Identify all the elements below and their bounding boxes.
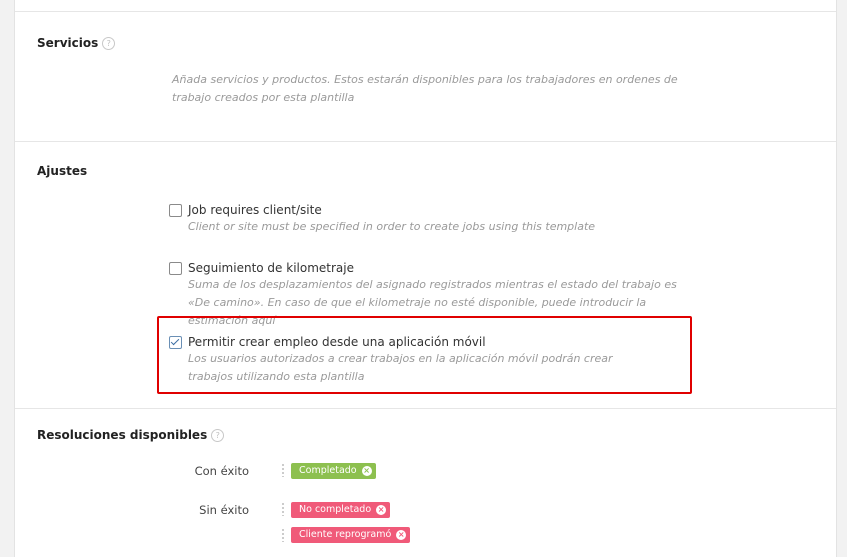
option-description: Los usuarios autorizados a crear trabajo… bbox=[188, 352, 613, 383]
mileage-tracking-checkbox[interactable] bbox=[169, 261, 182, 275]
servicios-hint: Añada servicios y productos. Estos estar… bbox=[172, 73, 678, 104]
remove-tag-icon[interactable]: × bbox=[376, 505, 387, 515]
ajustes-title: Ajustes bbox=[37, 164, 88, 178]
ajustes-section-title: Ajustes bbox=[37, 164, 87, 178]
remove-tag-icon[interactable]: × bbox=[396, 530, 407, 540]
resoluciones-section-title: Resoluciones disponibles ? bbox=[37, 428, 225, 442]
servicios-section-title: Servicios ? bbox=[37, 36, 116, 50]
drag-handle-icon[interactable] bbox=[281, 502, 285, 516]
divider bbox=[15, 408, 836, 409]
tag-label: No completado bbox=[299, 504, 372, 515]
failure-label: Sin éxito bbox=[199, 503, 249, 517]
resoluciones-title: Resoluciones disponibles bbox=[37, 428, 208, 442]
tag-label: Cliente reprogramó bbox=[299, 529, 392, 540]
resolution-tag-no-completado[interactable]: No completado × bbox=[291, 502, 391, 518]
help-icon[interactable]: ? bbox=[211, 428, 225, 442]
option-label[interactable]: Seguimiento de kilometraje bbox=[188, 261, 354, 275]
template-settings-panel: Servicios ? Añada servicios y productos.… bbox=[14, 0, 837, 557]
option-mobile-create: Permitir crear empleo desde una aplicaci… bbox=[169, 335, 689, 386]
resolution-tag-cliente-reprogramo[interactable]: Cliente reprogramó × bbox=[291, 527, 411, 543]
option-label[interactable]: Permitir crear empleo desde una aplicaci… bbox=[188, 335, 486, 349]
option-label[interactable]: Job requires client/site bbox=[188, 203, 322, 217]
help-icon[interactable]: ? bbox=[102, 36, 116, 50]
success-label: Con éxito bbox=[194, 464, 249, 478]
tag-label: Completado bbox=[299, 465, 357, 476]
remove-tag-icon[interactable]: × bbox=[361, 466, 372, 476]
divider bbox=[15, 11, 836, 12]
servicios-title: Servicios bbox=[37, 36, 99, 50]
divider bbox=[15, 141, 836, 142]
resolution-tag-completado[interactable]: Completado × bbox=[291, 463, 376, 479]
job-requires-client-checkbox[interactable] bbox=[169, 203, 182, 217]
mobile-create-checkbox[interactable] bbox=[169, 335, 182, 349]
option-description: Client or site must be specified in orde… bbox=[188, 220, 596, 233]
drag-handle-icon[interactable] bbox=[281, 463, 285, 477]
option-job-requires-client: Job requires client/site Client or site … bbox=[169, 203, 689, 236]
drag-handle-icon[interactable] bbox=[281, 528, 285, 542]
